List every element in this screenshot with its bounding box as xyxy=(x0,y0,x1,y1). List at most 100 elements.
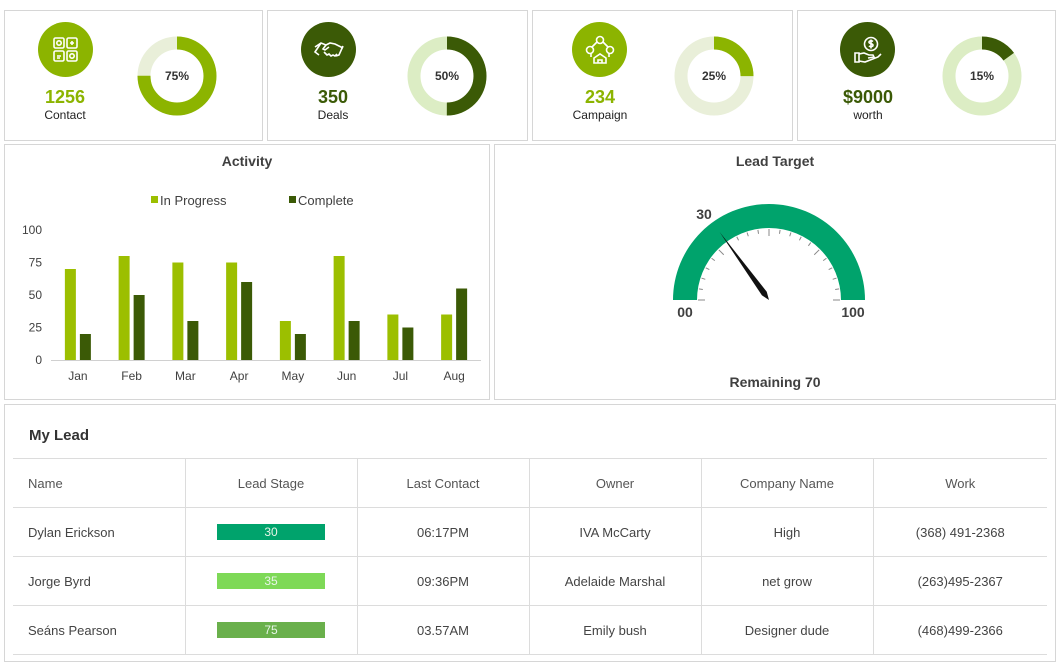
x-tick-label: Mar xyxy=(175,369,196,383)
bar-in-progress xyxy=(172,262,184,360)
gauge-tick xyxy=(705,267,710,271)
kpi-label: Contact xyxy=(44,108,86,122)
table-row[interactable]: Seáns Pearson 75 03.57AM Emily bush Desi… xyxy=(13,605,1047,655)
gauge-tick xyxy=(698,288,703,291)
donut-percent: 25% xyxy=(701,69,727,83)
kpi-label: Deals xyxy=(317,108,349,122)
cell-lead-stage: 35 xyxy=(184,556,358,606)
kpi-value: 234 xyxy=(584,87,616,107)
x-tick-label: Jan xyxy=(68,369,87,383)
x-tick-label: May xyxy=(282,369,305,383)
gauge-chart: 30 00 100 xyxy=(673,204,865,320)
bar-complete xyxy=(402,327,414,360)
kpi-card-campaign: 234 Campaign 25% xyxy=(532,10,793,141)
activity-chart: 0 25 50 75 100 Jan Feb Mar Apr May Jun Jul Aug In Pro… xyxy=(22,193,481,383)
cell-last-contact: 03.57AM xyxy=(356,605,530,655)
x-tick-label: Jun xyxy=(337,369,356,383)
bar-complete xyxy=(241,282,253,360)
gauge-tick xyxy=(718,249,725,256)
gauge-tick xyxy=(798,236,802,241)
cell-name: Jorge Byrd xyxy=(13,556,186,606)
kpi-card-worth: $9000 worth 15% xyxy=(797,10,1056,141)
gauge-min-label: 00 xyxy=(677,304,693,320)
donut-percent: 50% xyxy=(434,69,460,83)
stage-bar: 30 xyxy=(217,524,325,540)
gauge-tick xyxy=(701,277,706,280)
legend-swatch xyxy=(151,196,158,203)
gauge-max-label: 100 xyxy=(841,304,865,320)
table-row[interactable]: Jorge Byrd 35 09:36PM Adelaide Marshal n… xyxy=(13,556,1047,606)
bar-in-progress xyxy=(226,262,238,360)
cell-owner: Adelaide Marshal xyxy=(528,556,702,606)
bar-complete xyxy=(133,295,145,360)
column-header[interactable]: Company Name xyxy=(700,458,874,508)
x-tick-label: Apr xyxy=(230,369,249,383)
lead-target-panel: Lead Target 30 00 100 Remaining 70 xyxy=(494,144,1056,400)
column-header[interactable]: Last Contact xyxy=(356,458,530,508)
y-tick-label: 0 xyxy=(35,353,42,367)
x-tick-label: Feb xyxy=(121,369,142,383)
stage-bar: 75 xyxy=(217,622,325,638)
handshake-icon xyxy=(301,22,356,77)
cell-company: High xyxy=(700,507,874,557)
cell-company: Designer dude xyxy=(700,605,874,655)
gauge-tick xyxy=(746,232,749,237)
kpi-card-deals: 350 Deals 50% xyxy=(267,10,528,141)
kpi-card-contact: 1256 Contact 75% xyxy=(4,10,263,141)
kpi-label: worth xyxy=(853,108,883,122)
column-header[interactable]: Work xyxy=(872,458,1047,508)
legend-label: Complete xyxy=(298,193,354,208)
gauge-tick xyxy=(757,229,760,234)
my-lead-title: My Lead xyxy=(29,427,90,444)
gauge-tick xyxy=(711,257,716,262)
y-tick-label: 100 xyxy=(22,223,42,237)
bar-complete xyxy=(294,334,306,360)
bar-complete xyxy=(456,288,468,360)
donut-percent: 15% xyxy=(969,69,995,83)
stage-bar: 35 xyxy=(217,573,325,589)
x-tick-label: Jul xyxy=(393,369,408,383)
cell-owner: IVA McCarty xyxy=(528,507,702,557)
campaign-network-icon xyxy=(572,22,627,77)
column-header[interactable]: Owner xyxy=(528,458,702,508)
kpi-value: 350 xyxy=(317,87,349,107)
y-tick-label: 25 xyxy=(29,321,43,335)
cell-last-contact: 06:17PM xyxy=(356,507,530,557)
table-header-row: Name Lead Stage Last Contact Owner Compa… xyxy=(13,458,1047,508)
legend-label: In Progress xyxy=(160,193,227,208)
gauge-tick xyxy=(807,242,812,247)
column-header[interactable]: Name xyxy=(13,458,186,508)
kpi-label: Campaign xyxy=(572,108,628,122)
kpi-value: $9000 xyxy=(842,87,894,107)
cell-lead-stage: 75 xyxy=(184,605,358,655)
bar-in-progress xyxy=(279,321,291,360)
column-header[interactable]: Lead Stage xyxy=(184,458,358,508)
lead-table: Name Lead Stage Last Contact Owner Compa… xyxy=(13,458,1047,655)
cell-last-contact: 09:36PM xyxy=(356,556,530,606)
remaining-label: Remaining 70 xyxy=(729,374,821,390)
bar-in-progress xyxy=(333,256,345,360)
gauge-tick xyxy=(736,236,740,241)
gauge-tick xyxy=(832,277,837,280)
contact-apps-icon xyxy=(38,22,93,77)
bar-in-progress xyxy=(118,256,130,360)
bar-in-progress xyxy=(441,314,453,360)
table-row[interactable]: Dylan Erickson 30 06:17PM IVA McCarty Hi… xyxy=(13,507,1047,557)
gauge-tick xyxy=(789,232,792,237)
donut-percent: 75% xyxy=(164,69,190,83)
cell-company: net grow xyxy=(700,556,874,606)
gauge-tick xyxy=(813,249,820,256)
activity-panel: Activity 0 25 50 75 100 Jan Feb Mar Apr May Jun Jul… xyxy=(4,144,490,400)
gauge-value-label: 30 xyxy=(696,206,712,222)
y-tick-label: 50 xyxy=(29,288,43,302)
cell-name: Seáns Pearson xyxy=(13,605,186,655)
bar-complete xyxy=(79,334,91,360)
gauge-tick xyxy=(828,267,833,271)
gauge-needle xyxy=(719,232,769,300)
gauge-tick xyxy=(778,229,781,234)
bar-complete xyxy=(348,321,360,360)
my-lead-panel: My Lead Name Lead Stage Last Contact Own… xyxy=(4,404,1056,662)
bar-in-progress xyxy=(64,269,76,360)
gauge-tick xyxy=(835,288,840,291)
cell-work: (468)499-2366 xyxy=(872,605,1047,655)
